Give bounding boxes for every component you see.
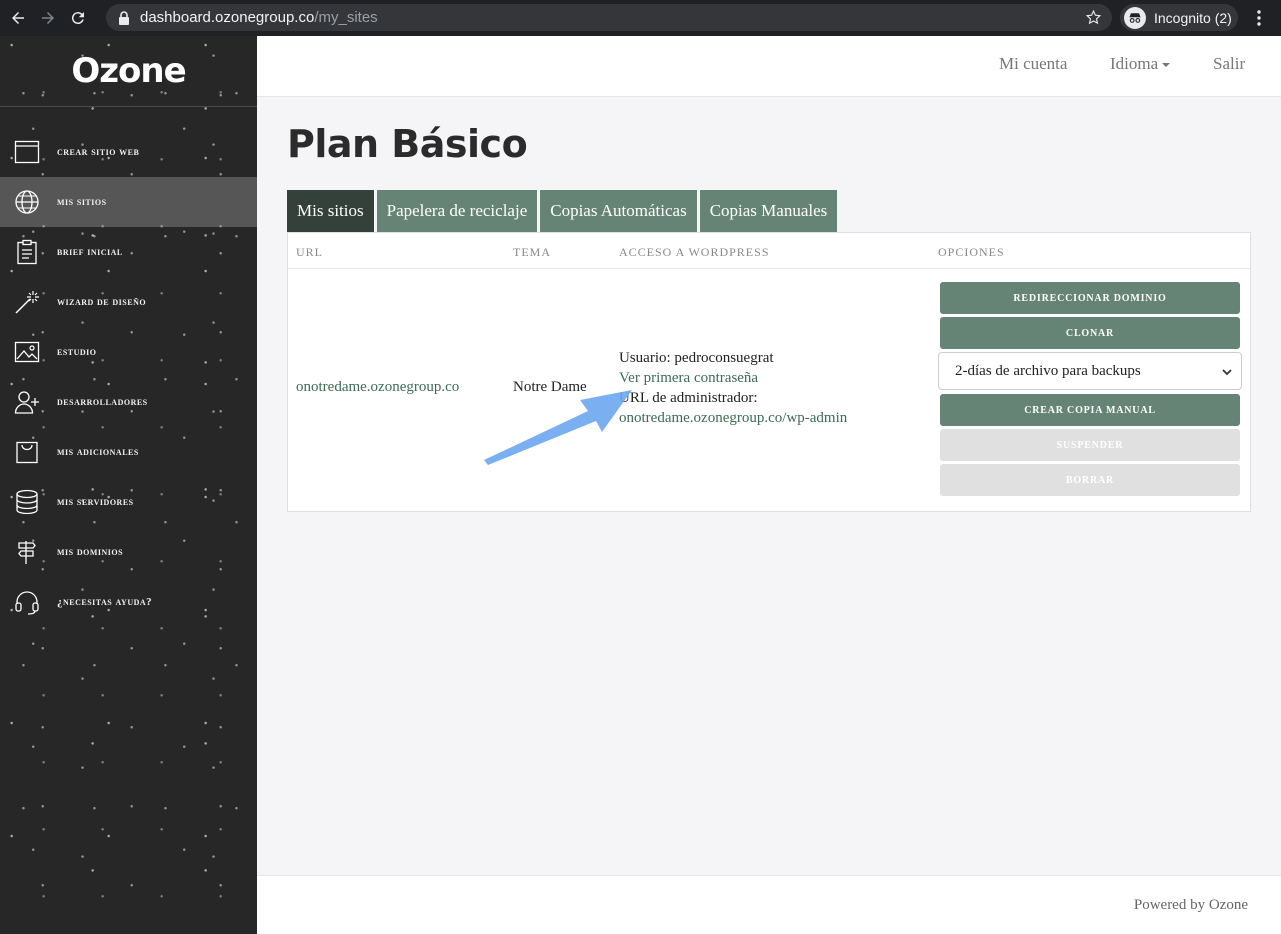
browser-toolbar: dashboard.ozonegroup.co/my_sites Incogni… (0, 0, 1281, 36)
incognito-indicator[interactable]: Incognito (2) (1120, 4, 1238, 31)
add-user-icon (14, 389, 40, 415)
sidebar-item-label: Mis adicionales (57, 446, 139, 458)
page-title: Plan Básico (287, 122, 528, 166)
account-link[interactable]: Mi cuenta (999, 54, 1067, 74)
wordpress-access: Usuario: pedroconsuegrat Ver primera con… (619, 348, 847, 428)
logo[interactable]: Ozone (71, 51, 186, 91)
backup-retention-select[interactable]: 2-días de archivo para backups (938, 352, 1242, 390)
delete-button[interactable]: BORRAR (940, 464, 1240, 496)
sidebar-item-label: Wizard de diseño (57, 296, 147, 308)
sidebar-item-label: Crear sitio web (57, 146, 140, 158)
address-bar[interactable]: dashboard.ozonegroup.co/my_sites (106, 4, 1112, 31)
tab-papelera-de-reciclaje[interactable]: Papelera de reciclaje (376, 190, 538, 232)
clone-button[interactable]: CLONAR (940, 317, 1240, 349)
back-icon[interactable] (6, 6, 30, 30)
top-navigation: Mi cuenta Idioma Salir (257, 36, 1281, 97)
globe-icon (14, 189, 40, 215)
logout-link[interactable]: Salir (1213, 54, 1245, 74)
shopping-bag-icon (14, 439, 40, 465)
image-icon (14, 339, 40, 365)
column-header-tema: TEMA (513, 245, 551, 259)
header-divider (288, 268, 1250, 269)
sidebar-nav: Crear sitio web Mis sitios Brief inicial… (0, 127, 257, 627)
incognito-label: Incognito (2) (1154, 9, 1232, 26)
tab-bar: Mis sitios Papelera de reciclaje Copias … (287, 190, 840, 232)
sidebar-item-label: Mis servidores (57, 496, 134, 508)
column-header-acceso: ACCESO A WORDPRESS (619, 245, 770, 259)
signpost-icon (14, 539, 40, 565)
tab-copias-manuales[interactable]: Copias Manuales (699, 190, 838, 232)
sidebar-item-label: Brief inicial (57, 246, 123, 258)
url-host: dashboard.ozonegroup.co (140, 9, 315, 26)
tab-mis-sitios[interactable]: Mis sitios (287, 190, 374, 232)
sidebar-item-label: Mis sitios (57, 196, 107, 208)
caret-down-icon (1162, 63, 1171, 68)
backup-retention-value: 2-días de archivo para backups (955, 362, 1141, 379)
footer-text: Powered by Ozone (1133, 897, 1248, 913)
sidebar-item-estudio[interactable]: Estudio (0, 327, 257, 377)
suspend-button[interactable]: SUSPENDER (940, 429, 1240, 461)
sidebar-item-mis-servidores[interactable]: Mis servidores (0, 477, 257, 527)
incognito-icon (1124, 6, 1146, 29)
sidebar: Ozone Crear sitio web Mis sitios Brief i… (0, 36, 257, 934)
language-dropdown[interactable]: Idioma (1110, 54, 1171, 74)
sidebar-item-brief-inicial[interactable]: Brief inicial (0, 227, 257, 277)
database-icon (14, 489, 40, 515)
sidebar-item-mis-dominios[interactable]: Mis dominios (0, 527, 257, 577)
view-password-link[interactable]: Ver primera contraseña (619, 370, 758, 386)
tab-copias-automaticas[interactable]: Copias Automáticas (540, 190, 697, 232)
wp-username: Usuario: pedroconsuegrat (619, 350, 774, 366)
sidebar-item-desarrolladores[interactable]: Desarrolladores (0, 377, 257, 427)
footer: Powered by Ozone (257, 875, 1281, 934)
bookmark-star-icon[interactable] (1085, 9, 1102, 26)
sidebar-item-label: Desarrolladores (57, 396, 148, 408)
sidebar-item-wizard-de-diseno[interactable]: Wizard de diseño (0, 277, 257, 327)
sidebar-item-mis-adicionales[interactable]: Mis adicionales (0, 427, 257, 477)
lock-icon (119, 10, 129, 25)
column-header-opciones: OPCIONES (938, 245, 1005, 259)
sidebar-item-mis-sitios[interactable]: Mis sitios (0, 177, 257, 227)
sidebar-item-label: ¿Necesitas ayuda? (57, 596, 153, 608)
magic-wand-icon (14, 289, 40, 315)
reload-icon[interactable] (66, 6, 90, 30)
column-header-url: URL (296, 245, 323, 259)
browser-menu-icon[interactable] (1250, 9, 1268, 27)
url-path: /my_sites (314, 9, 378, 26)
sidebar-item-necesitas-ayuda[interactable]: ¿Necesitas ayuda? (0, 577, 257, 627)
headset-icon (14, 589, 40, 615)
clipboard-icon (14, 239, 40, 265)
forward-icon[interactable] (36, 6, 60, 30)
language-label: Idioma (1110, 54, 1159, 73)
browser-window-icon (14, 139, 40, 165)
site-url-link[interactable]: onotredame.ozonegroup.co (296, 379, 459, 396)
admin-url-label: URL de administrador: (619, 390, 758, 406)
sites-table: URL TEMA ACCESO A WORDPRESS OPCIONES ono… (287, 232, 1251, 512)
sidebar-item-crear-sitio-web[interactable]: Crear sitio web (0, 127, 257, 177)
admin-url-link[interactable]: onotredame.ozonegroup.co/wp-admin (619, 410, 847, 426)
redirect-domain-button[interactable]: REDIRECCIONAR DOMINIO (940, 282, 1240, 314)
sidebar-item-label: Estudio (57, 346, 97, 358)
create-manual-copy-button[interactable]: CREAR COPIA MANUAL (940, 394, 1240, 426)
chevron-down-icon (1222, 369, 1232, 376)
annotation-arrow-icon (484, 390, 632, 465)
logo-area: Ozone (0, 36, 257, 107)
sidebar-item-label: Mis dominios (57, 546, 124, 558)
